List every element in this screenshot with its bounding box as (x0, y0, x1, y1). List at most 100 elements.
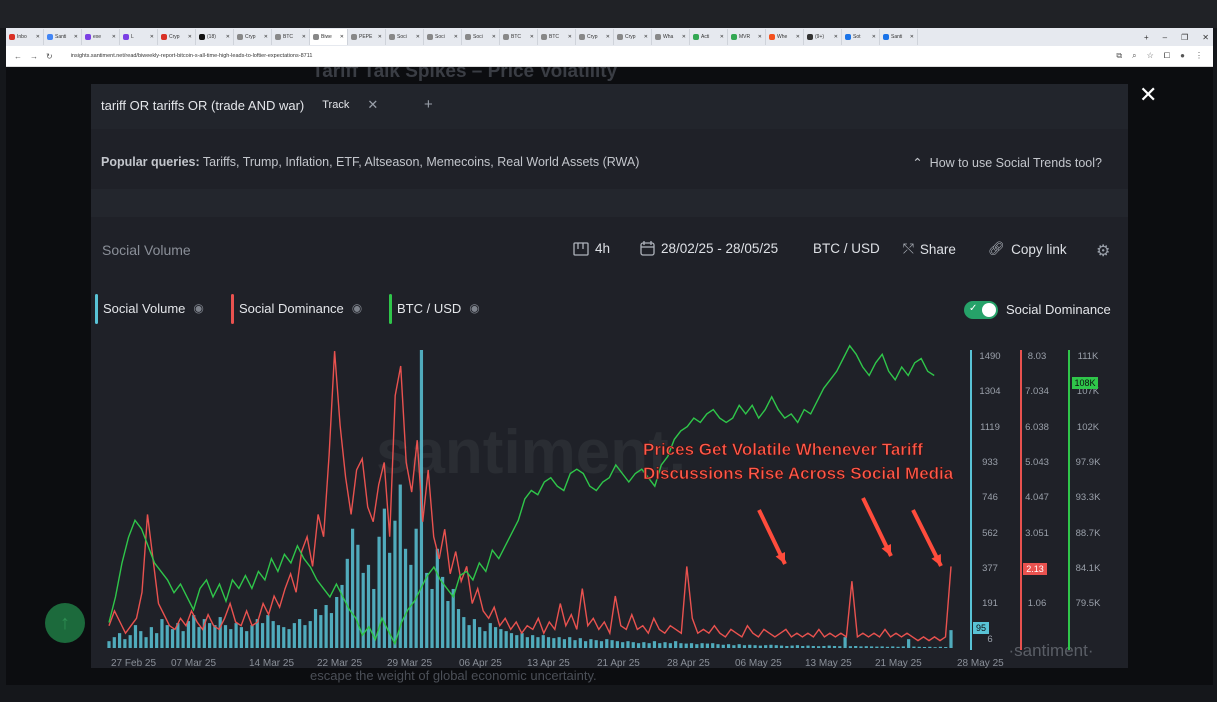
x-tick-label: 28 May 25 (957, 658, 1004, 668)
browser-tab[interactable]: Santi ✕ (880, 29, 918, 45)
browser-tab[interactable]: Whe ✕ (766, 29, 804, 45)
browser-tab[interactable]: Santi ✕ (44, 29, 82, 45)
browser-tab[interactable]: Cryp ✕ (158, 29, 196, 45)
zoom-icon[interactable]: ⌕ (1132, 51, 1136, 61)
browser-tab[interactable]: Biwe ✕ (310, 29, 348, 45)
tab-close-icon[interactable]: ✕ (74, 34, 78, 40)
social-volume-bar (938, 646, 943, 648)
legend-social-dominance[interactable]: Social Dominance ◉ (231, 294, 362, 324)
tab-close-icon[interactable]: ✕ (568, 34, 572, 40)
browser-tab[interactable]: L ✕ (120, 29, 158, 45)
tab-close-icon[interactable]: ✕ (340, 34, 344, 40)
interval-selector[interactable]: 4h (573, 241, 610, 256)
track-button[interactable]: Track (322, 99, 349, 111)
scroll-top-button[interactable]: ↑ (45, 603, 85, 643)
legend-btc-usd[interactable]: BTC / USD ◉ (389, 294, 480, 324)
add-query-icon[interactable]: + (424, 96, 433, 113)
legend-social-volume[interactable]: Social Volume ◉ (95, 294, 204, 324)
tab-favicon-icon (541, 34, 547, 40)
date-range-picker[interactable]: 28/02/25 - 28/05/25 (640, 241, 778, 256)
extensions-icon[interactable]: ⧠ (1164, 51, 1170, 61)
tab-close-icon[interactable]: ✕ (378, 34, 382, 40)
tab-close-icon[interactable]: ✕ (796, 34, 800, 40)
tab-close-icon[interactable]: ✕ (112, 34, 116, 40)
tab-close-icon[interactable]: ✕ (910, 34, 914, 40)
reload-icon[interactable]: ↻ (46, 52, 53, 61)
browser-tab[interactable]: Soci ✕ (424, 29, 462, 45)
sd-tick-label: 7.034 (1025, 386, 1049, 397)
tab-close-icon[interactable]: ✕ (606, 34, 610, 40)
tab-close-icon[interactable]: ✕ (36, 34, 40, 40)
social-volume-bar (462, 617, 466, 648)
menu-dots-icon[interactable]: ⋮ (1195, 51, 1203, 61)
remove-query-icon[interactable]: ✕ (367, 97, 378, 113)
tab-close-icon[interactable]: ✕ (834, 34, 838, 40)
browser-tab[interactable]: Wha ✕ (652, 29, 690, 45)
social-dominance-line (108, 351, 952, 642)
tab-close-icon[interactable]: ✕ (264, 34, 268, 40)
social-volume-bar (711, 643, 715, 648)
browser-tab[interactable]: (18) ✕ (196, 29, 234, 45)
howto-link[interactable]: ⌃ How to use Social Trends tool? (912, 155, 1102, 170)
social-volume-bar (483, 631, 487, 648)
tab-close-icon[interactable]: ✕ (644, 34, 648, 40)
browser-tab[interactable]: Sot ✕ (842, 29, 880, 45)
x-tick-label: 29 Mar 25 (387, 658, 432, 668)
chart-legend: Social Volume ◉ Social Dominance ◉ BTC /… (91, 292, 1128, 324)
browser-tab[interactable]: Inbo ✕ (6, 29, 44, 45)
tab-close-icon[interactable]: ✕ (226, 34, 230, 40)
bookmark-star-icon[interactable]: ☆ (1147, 51, 1154, 61)
browser-tab[interactable]: BTC ✕ (272, 29, 310, 45)
popular-items[interactable]: Tariffs, Trump, Inflation, ETF, Altseaso… (203, 155, 640, 169)
copy-link-button[interactable]: 🔗︎ Copy link (988, 241, 1067, 257)
social-trends-chart[interactable]: santiment.·santiment·1490130411199337465… (91, 338, 1128, 668)
tab-close-icon[interactable]: ✕ (150, 34, 154, 40)
forward-icon[interactable]: → (30, 52, 38, 61)
settings-button[interactable]: ⚙ (1096, 241, 1110, 261)
btc-tick-label: 88.7K (1076, 528, 1101, 539)
browser-tab[interactable]: exe ✕ (82, 29, 120, 45)
legend-label: Social Volume (103, 300, 186, 316)
social-volume-bar (319, 615, 323, 648)
tab-close-icon[interactable]: ✕ (492, 34, 496, 40)
share-button[interactable]: ⤲ Share (903, 241, 956, 257)
social-dominance-toggle[interactable]: ✓ (964, 301, 998, 319)
social-volume-bar (748, 644, 752, 648)
pair-selector[interactable]: BTC / USD (813, 241, 880, 256)
tab-close-icon[interactable]: ✕ (302, 34, 306, 40)
browser-tab[interactable]: BTC ✕ (500, 29, 538, 45)
tab-close-icon[interactable]: ✕ (872, 34, 876, 40)
browser-tab[interactable]: MVR ✕ (728, 29, 766, 45)
browser-tab[interactable]: PEPE ✕ (348, 29, 386, 45)
url-field[interactable]: insights.santiment.net/read/biweekly-rep… (71, 53, 313, 59)
social-volume-bar (901, 646, 905, 648)
browser-tab[interactable]: Soci ✕ (462, 29, 500, 45)
tab-close-icon[interactable]: ✕ (682, 34, 686, 40)
eye-icon[interactable]: ◉ (469, 301, 479, 315)
browser-tab[interactable]: Cryp ✕ (234, 29, 272, 45)
tab-close-icon[interactable]: ✕ (720, 34, 724, 40)
browser-tab[interactable]: Cryp ✕ (576, 29, 614, 45)
eye-icon[interactable]: ◉ (193, 301, 203, 315)
social-volume-bar (774, 645, 778, 648)
browser-tab[interactable]: Acti ✕ (690, 29, 728, 45)
minimize-icon[interactable]: – (1163, 33, 1167, 42)
tab-close-icon[interactable]: ✕ (758, 34, 762, 40)
tab-close-icon[interactable]: ✕ (416, 34, 420, 40)
restore-icon[interactable]: ❐ (1181, 33, 1188, 42)
tab-close-icon[interactable]: ✕ (530, 34, 534, 40)
profile-icon[interactable]: ● (1180, 51, 1185, 61)
tab-close-icon[interactable]: ✕ (454, 34, 458, 40)
browser-tab[interactable]: Soci ✕ (386, 29, 424, 45)
close-window-icon[interactable]: ✕ (1202, 33, 1209, 42)
tab-close-icon[interactable]: ✕ (188, 34, 192, 40)
back-icon[interactable]: ← (14, 52, 22, 61)
eye-icon[interactable]: ◉ (352, 301, 362, 315)
browser-tab[interactable]: Cryp ✕ (614, 29, 652, 45)
browser-tab[interactable]: (9+) ✕ (804, 29, 842, 45)
new-tab-icon[interactable]: + (1144, 33, 1149, 42)
cast-icon[interactable]: ⧉ (1116, 51, 1122, 61)
query-text[interactable]: tariff OR tariffs OR (trade AND war) (101, 98, 304, 113)
browser-tab[interactable]: BTC ✕ (538, 29, 576, 45)
close-modal-icon[interactable]: ✕ (1139, 82, 1157, 108)
